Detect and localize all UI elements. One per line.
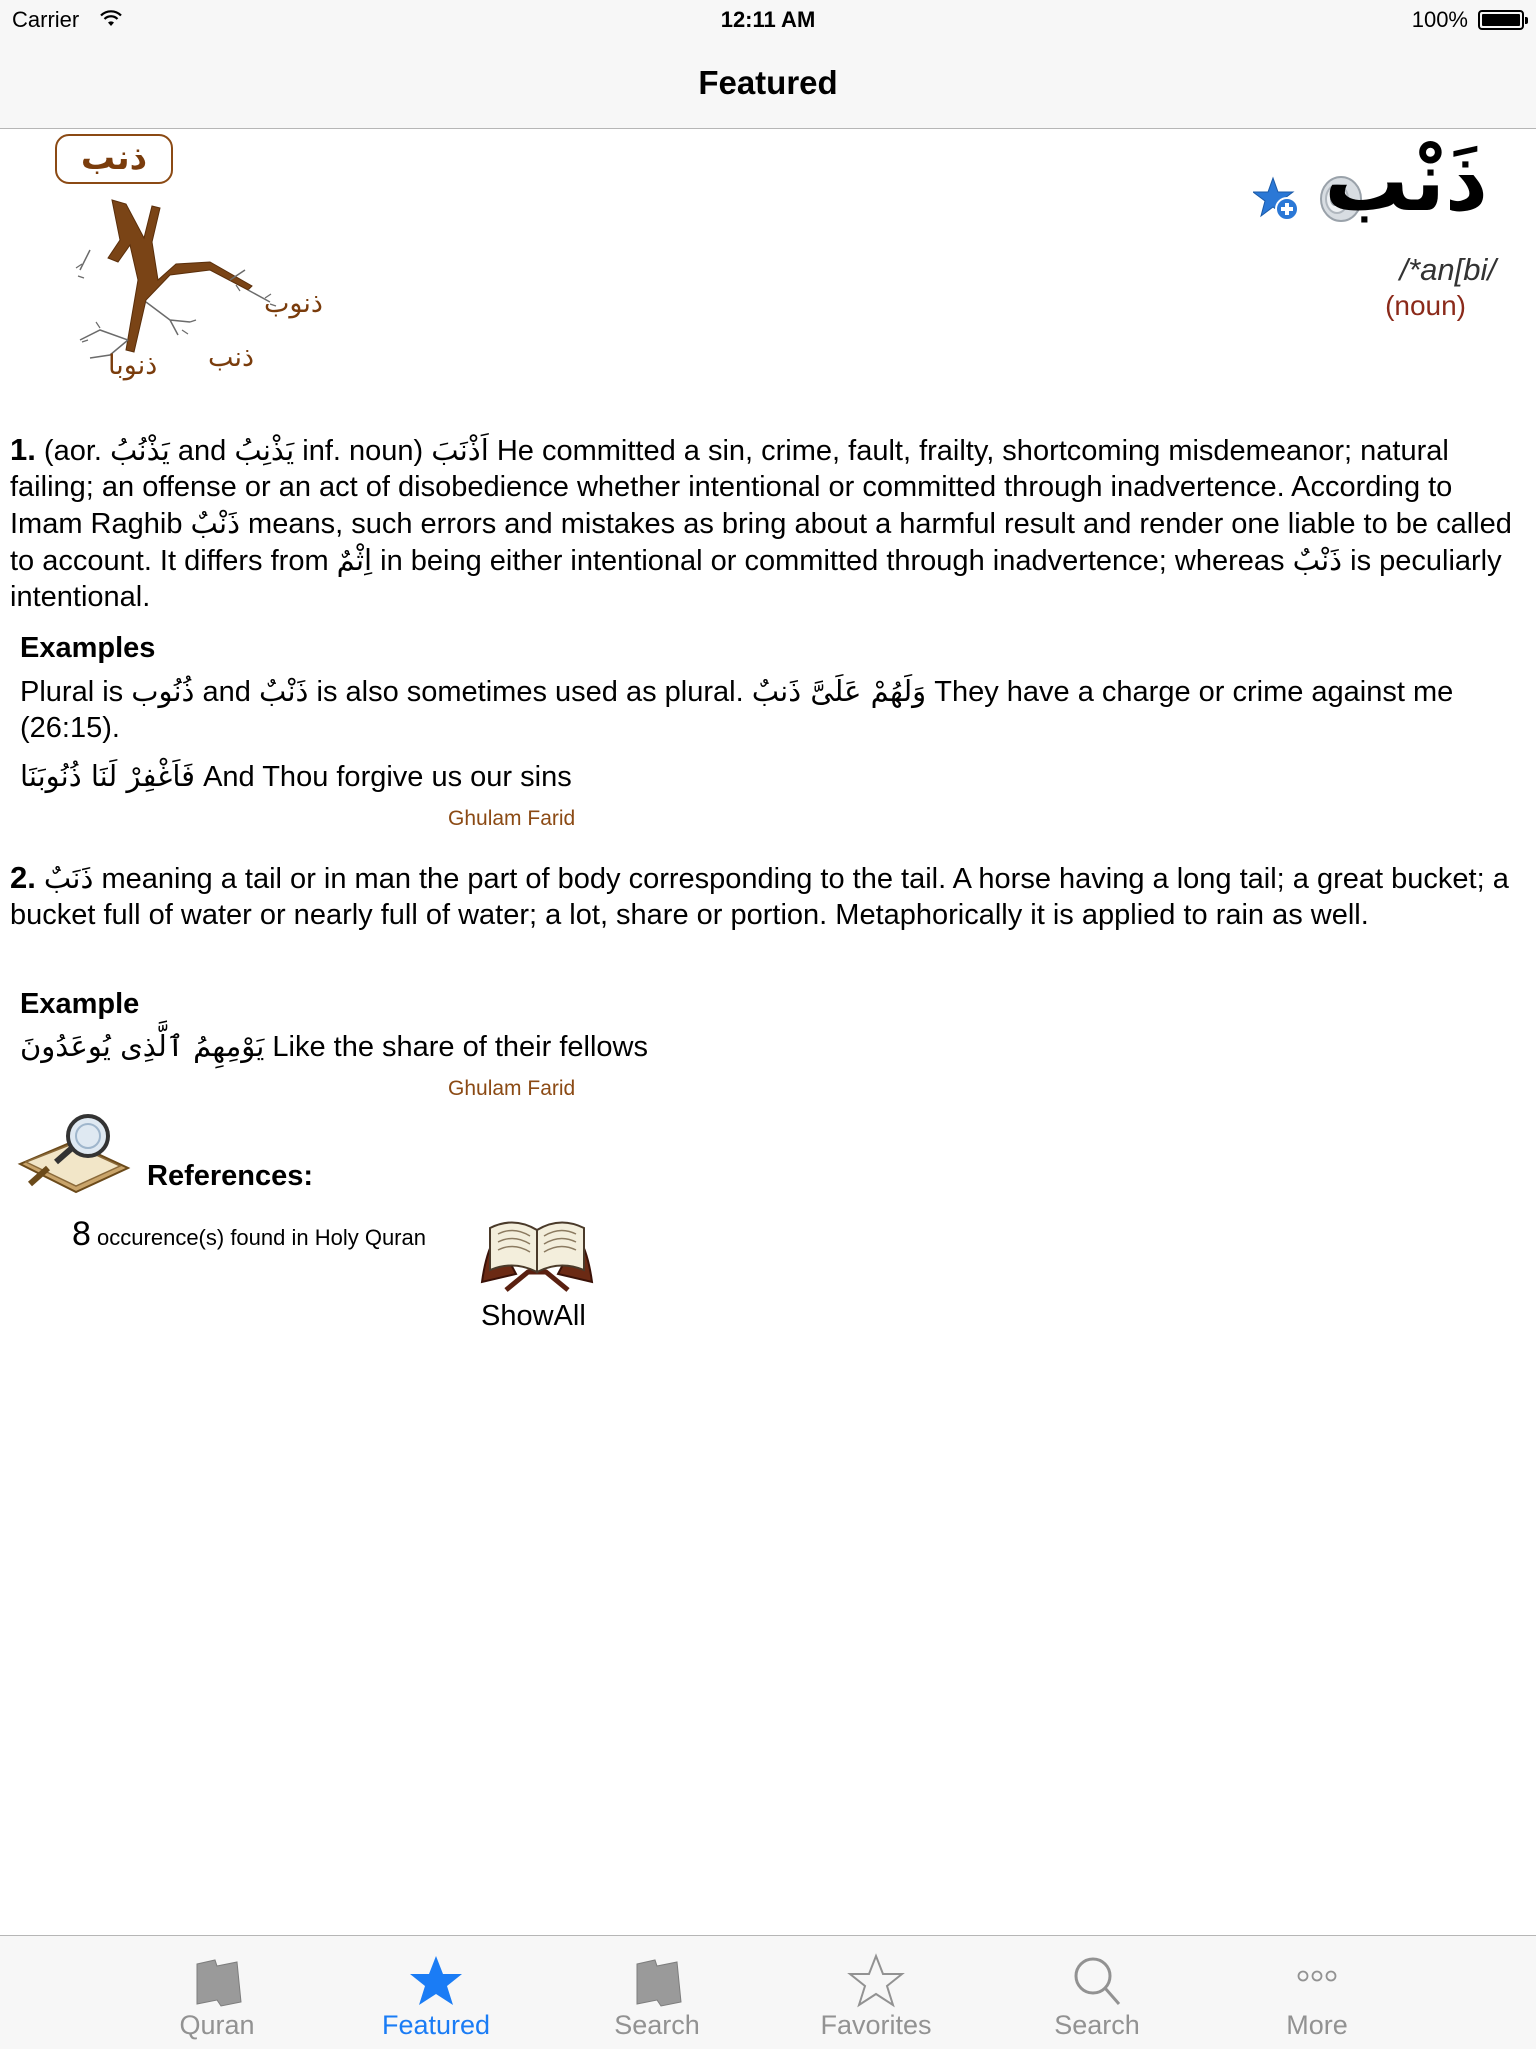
navigation-bar: Featured: [0, 40, 1536, 129]
tab-more[interactable]: More: [1217, 1936, 1417, 2049]
example-text: Plural is ذُنُوب and ذَنْبٌ is also some…: [20, 674, 1454, 744]
tab-label: Featured: [381, 2010, 491, 2040]
tab-quran[interactable]: Quran: [117, 1936, 317, 2049]
sense-number: 1.: [10, 432, 36, 467]
tab-label: Search: [1054, 2010, 1140, 2040]
translator-credit: Ghulam Farid: [448, 807, 576, 830]
tab-favorites[interactable]: Favorites: [776, 1936, 976, 2049]
tab-search-quran[interactable]: Search: [557, 1936, 757, 2049]
quran-book-icon: [196, 1959, 242, 2007]
open-quran-icon[interactable]: [476, 1212, 598, 1294]
tab-label: Search: [614, 2010, 700, 2040]
translator-credit: Ghulam Farid: [448, 1077, 576, 1100]
tab-bar: Quran Featured Search Favorites Search M…: [0, 1935, 1536, 2049]
branch-label: ذنوب: [264, 288, 323, 319]
tab-featured[interactable]: Featured: [336, 1936, 536, 2049]
definition-2: 2. ذَنَبٌ meaning a tail or in man the p…: [10, 860, 1509, 931]
references-heading: References:: [147, 1160, 314, 1192]
battery-icon: [1478, 10, 1528, 30]
status-bar: Carrier 12:11 AM 100%: [0, 0, 1536, 40]
definition-1: 1. (aor. يَذْنُبُ and يَذْنِبُ inf. noun…: [10, 432, 1512, 613]
example-text: فَاَغْفِرْ لَنَا ذُنُوبَنَا And Thou for…: [20, 759, 572, 793]
tab-label: Quran: [179, 2010, 255, 2040]
example-heading: Example: [20, 988, 140, 1020]
page-title: Featured: [698, 64, 838, 101]
examples-heading: Examples: [20, 632, 156, 664]
tab-label: More: [1286, 2010, 1348, 2040]
occurrence-number: 8: [72, 1215, 91, 1253]
clock: 12:11 AM: [720, 7, 816, 32]
occurrence-count: 8 occurence(s) found in Holy Quran: [72, 1215, 426, 1253]
transliteration: /*an[bi/: [1399, 252, 1496, 287]
headword: ذَنْب: [1324, 132, 1488, 230]
add-favorite-icon[interactable]: [1253, 176, 1299, 222]
example-text: يَوْمِهِمُ ٱلَّذِى يُوعَدُونَ Like the s…: [20, 1029, 648, 1063]
quran-book-icon: [636, 1959, 682, 2007]
tab-label: Favorites: [820, 2010, 932, 2040]
tab-search[interactable]: Search: [997, 1936, 1197, 2049]
show-all-button[interactable]: ShowAll: [481, 1300, 586, 1333]
root-badge: ذنب: [55, 134, 173, 184]
magnifier-book-icon: [17, 1114, 131, 1194]
battery-percent: 100%: [1411, 7, 1468, 32]
star-filled-icon: [410, 1956, 462, 2005]
branch-label: ذنب: [208, 342, 255, 373]
branch-label: ذنوبا: [108, 350, 158, 381]
star-outline-icon: [847, 1953, 905, 2008]
part-of-speech: (noun): [1385, 290, 1466, 321]
more-dots-icon: [1297, 1970, 1337, 1982]
magnifier-icon: [1074, 1957, 1121, 2005]
sense-number: 2.: [10, 860, 36, 895]
